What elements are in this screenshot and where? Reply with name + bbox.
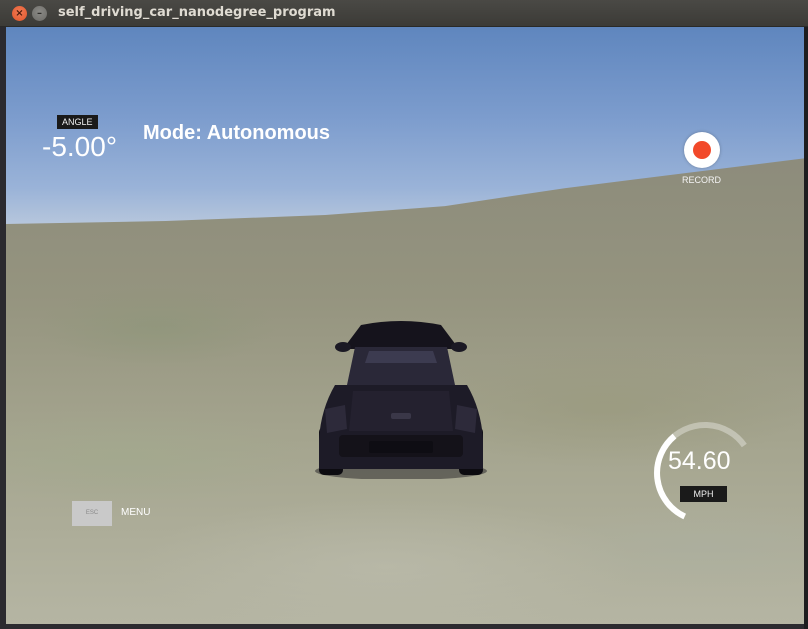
record-button[interactable] [684,132,720,168]
desktop-background-right [804,26,808,629]
record-icon [693,141,711,159]
esc-menu-button[interactable]: ESC [72,501,112,526]
car-icon [315,321,487,479]
angle-label: ANGLE [57,115,98,129]
minimize-button[interactable]: – [32,6,47,21]
record-label: RECORD [682,175,722,185]
minimize-icon: – [37,8,42,19]
steering-angle-value: -5.00° [42,131,118,162]
window-titlebar[interactable]: × – self_driving_car_nanodegree_program [0,0,808,27]
menu-label: MENU [121,507,151,518]
window-title: self_driving_car_nanodegree_program [58,5,336,20]
close-icon: × [15,8,24,19]
mode-indicator: Mode: Autonomous [143,122,331,144]
speed-unit-label: MPH [680,486,727,502]
speed-value: 54.60 [668,447,731,475]
close-button[interactable]: × [12,6,27,21]
desktop-background-bottom [6,624,804,629]
simulator-viewport[interactable]: ANGLE -5.00° Mode: Autonomous RECORD ESC… [6,27,804,624]
